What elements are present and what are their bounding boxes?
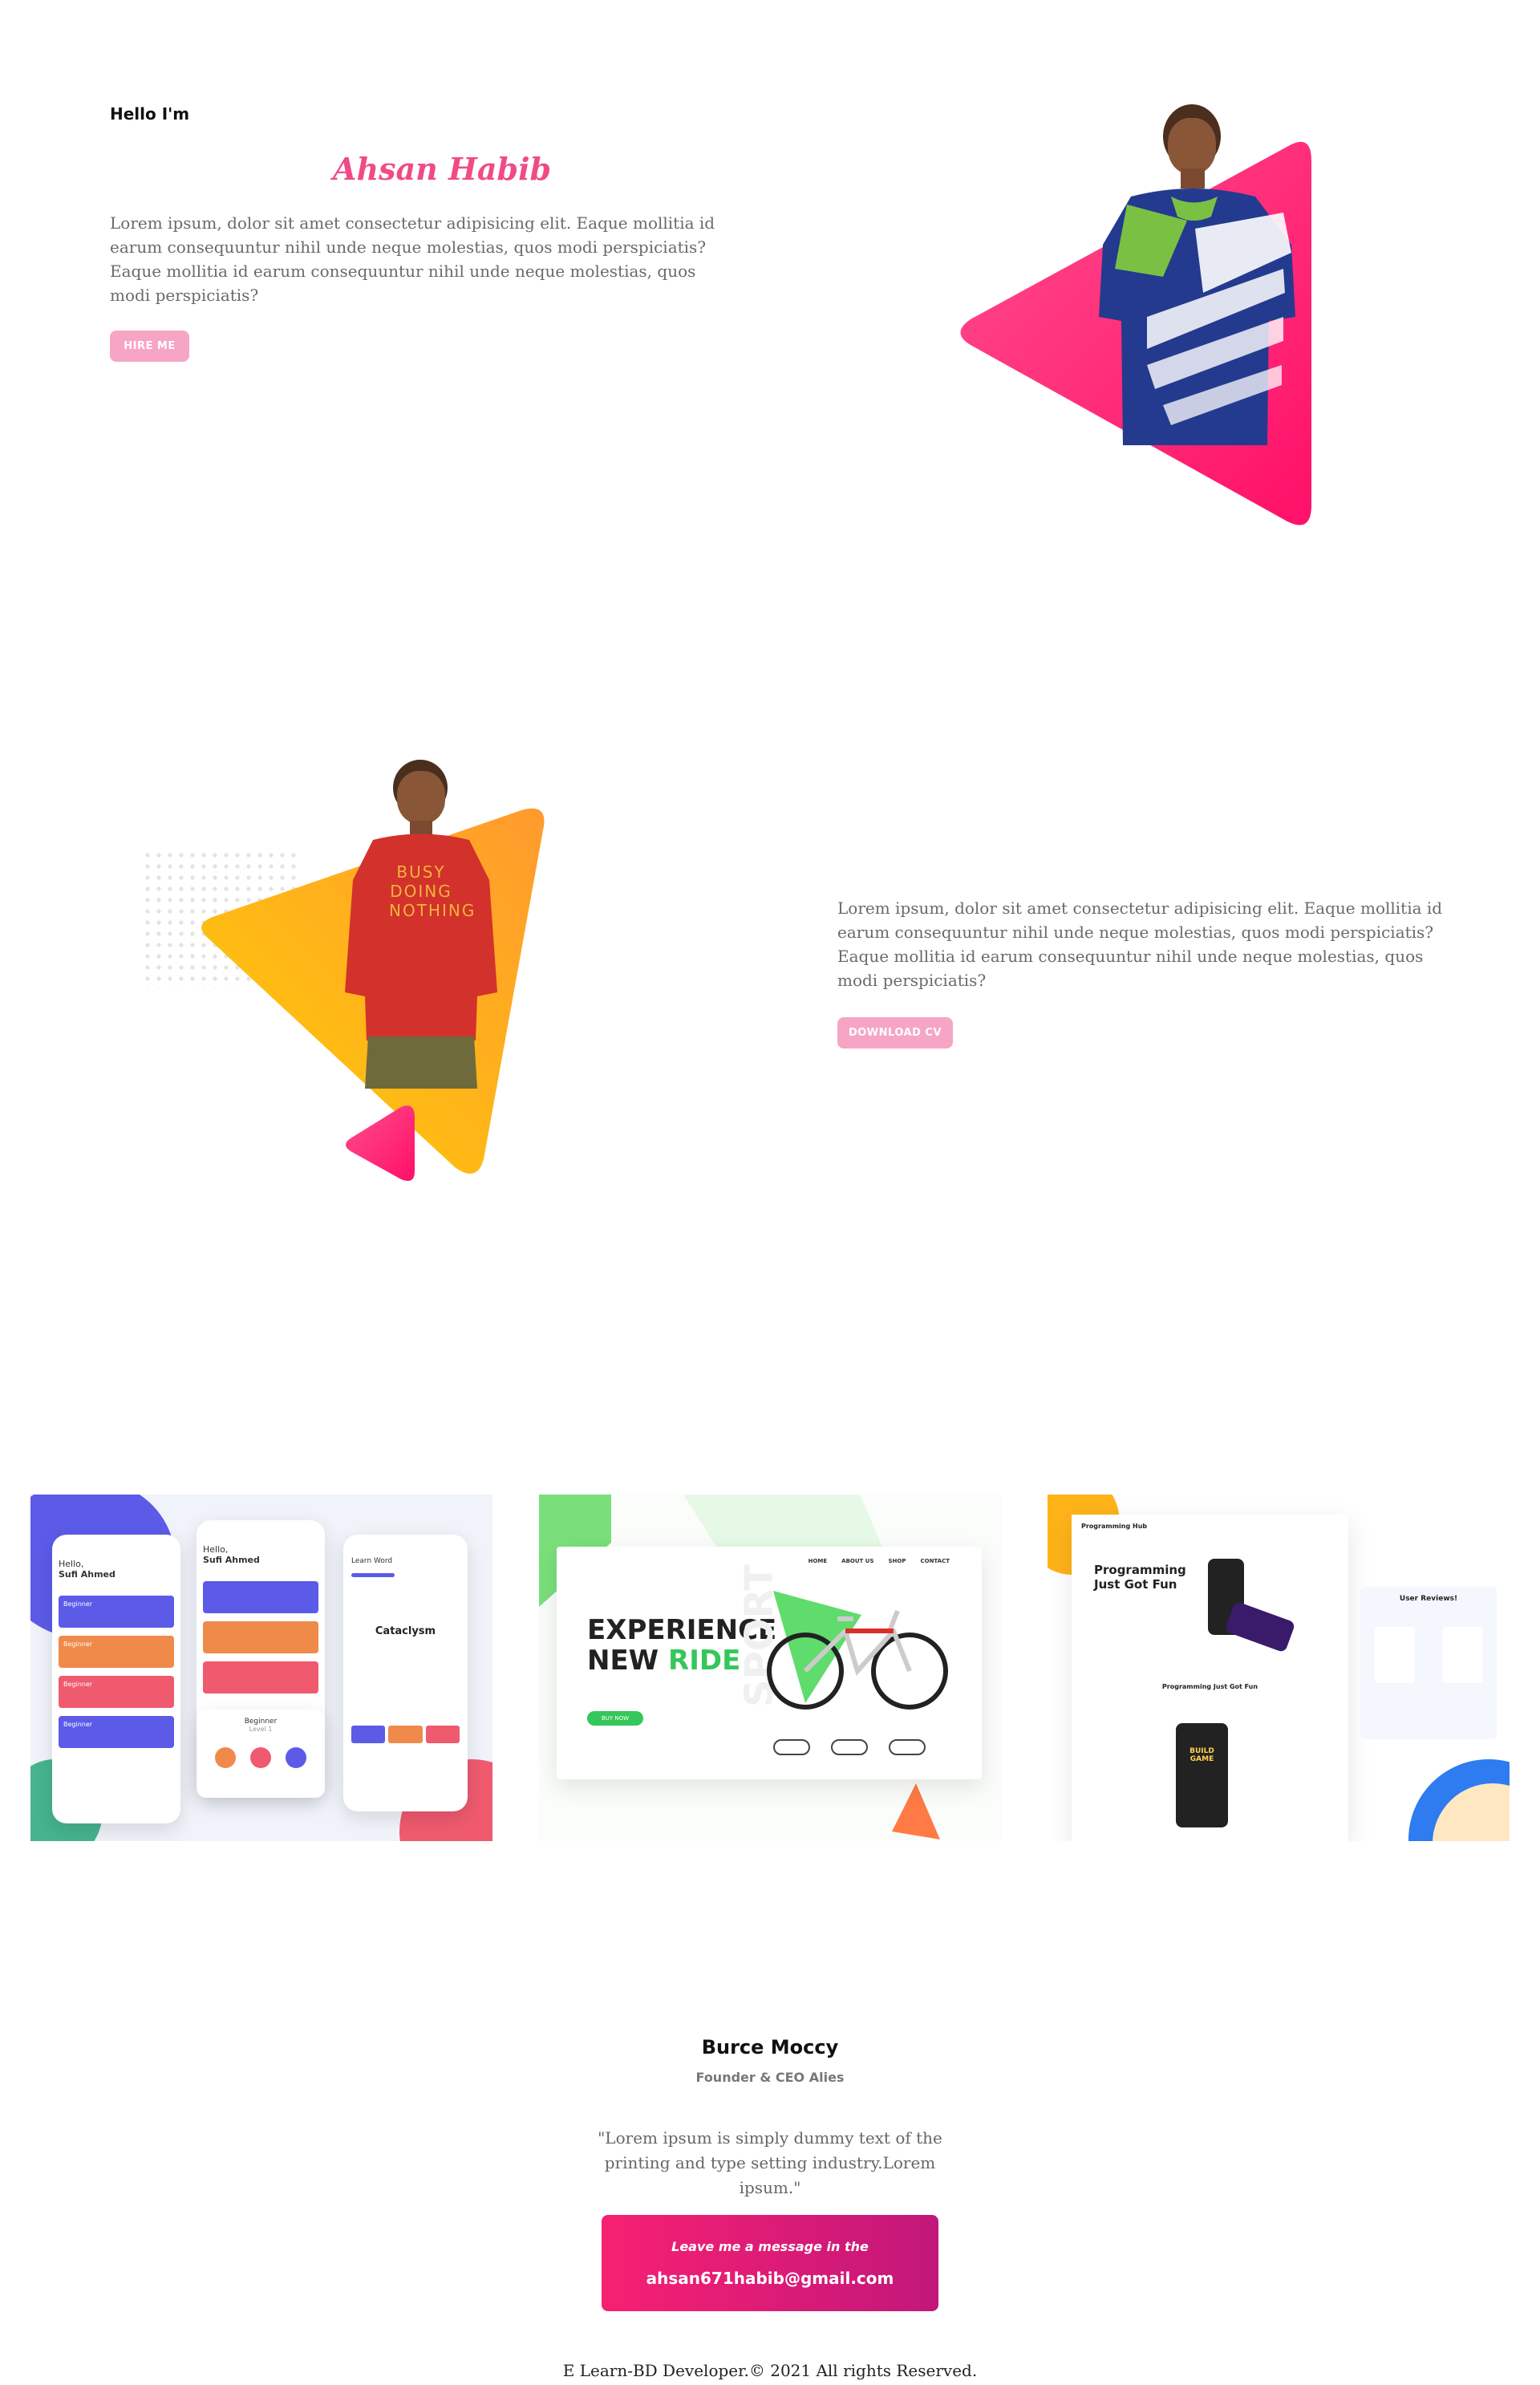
programming-site-mockup: Programming Hub Programming Just Got Fun… xyxy=(1072,1515,1348,1841)
portfolio-card-programming-hub[interactable]: Programming Hub Programming Just Got Fun… xyxy=(1048,1495,1510,1841)
contact-email[interactable]: ahsan671habib@gmail.com xyxy=(602,2269,938,2288)
about-description: Lorem ipsum, dolor sit amet consectetur … xyxy=(837,898,1443,990)
shirt-print: BUSY DOING NOTHING xyxy=(389,862,476,920)
bicycle-site-mockup: HOME ABOUT US SHOP CONTACT EXPERIENCE NE… xyxy=(557,1547,982,1779)
hero-greeting: Hello I'm xyxy=(110,104,190,124)
download-cv-button[interactable]: DOWNLOAD CV xyxy=(837,1017,953,1049)
bicycle-image xyxy=(767,1591,948,1710)
hero-description: Lorem ipsum, dolor sit amet consectetur … xyxy=(110,213,715,305)
portfolio-card-learning-app[interactable]: Hello, Sufi Ahmed Beginner Beginner Begi… xyxy=(30,1495,492,1841)
level-popup: Beginner Level 1 xyxy=(197,1710,325,1798)
footer-copyright: E Learn-BD Developer.© 2021 All rights R… xyxy=(562,2361,978,2380)
phone-mockup-1: Hello, Sufi Ahmed Beginner Beginner Begi… xyxy=(52,1535,180,1823)
bike-thumbnails[interactable] xyxy=(773,1739,926,1755)
testimonial-name: Burce Moccy xyxy=(701,2036,839,2058)
hire-me-button[interactable]: HIRE ME xyxy=(110,331,189,362)
testimonial-role: Founder & CEO Alies xyxy=(695,2070,845,2085)
testimonial-quote: "Lorem ipsum is simply dummy text of the… xyxy=(598,2128,942,2197)
contact-email-button[interactable]: Leave me a message in the ahsan671habib@… xyxy=(602,2215,938,2311)
hero-photo xyxy=(1099,100,1299,445)
user-reviews-panel: User Reviews! xyxy=(1360,1587,1497,1739)
portfolio-card-bicycle-site[interactable]: HOME ABOUT US SHOP CONTACT EXPERIENCE NE… xyxy=(539,1495,1001,1841)
contact-prompt: Leave me a message in the xyxy=(671,2239,869,2254)
hero-name: Ahsan Habib xyxy=(333,151,552,187)
phone-mockup-3: Learn Word Cataclysm xyxy=(343,1535,468,1811)
small-pink-triangle-shape xyxy=(346,1105,415,1182)
about-photo: BUSY DOING NOTHING xyxy=(341,758,501,1089)
